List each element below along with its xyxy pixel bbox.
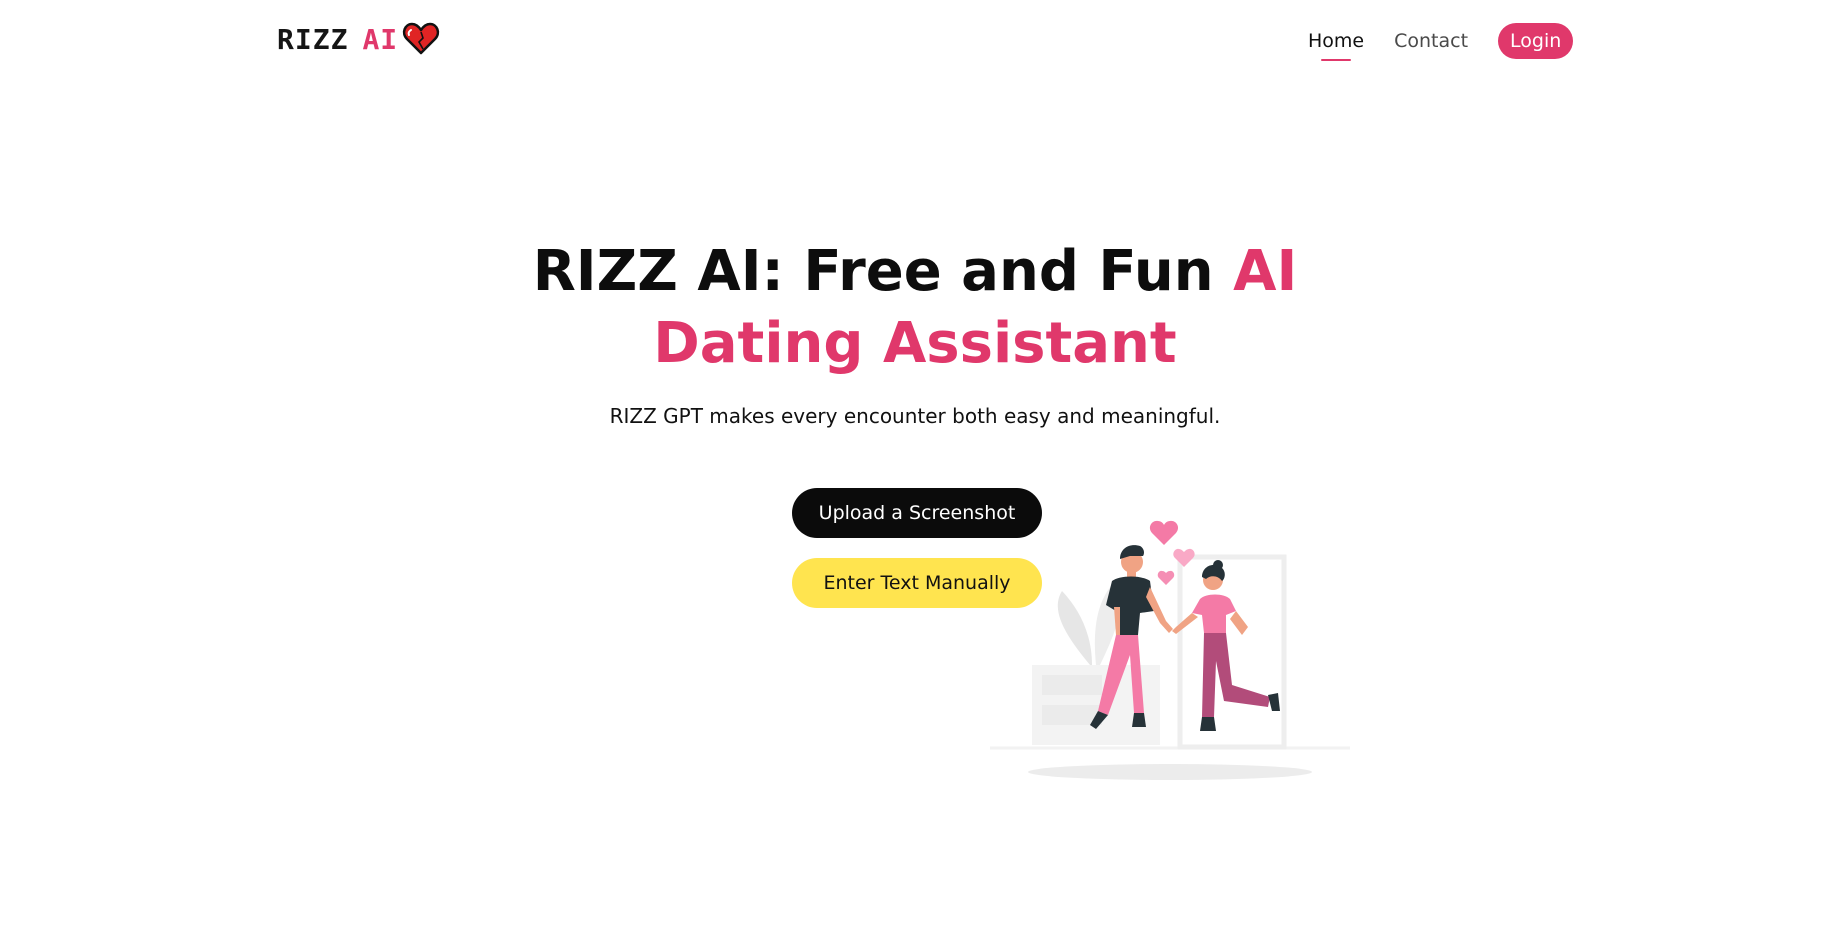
logo-text: RIZZ	[277, 22, 349, 56]
logo[interactable]: RIZZ AI	[277, 22, 440, 56]
hero-title: RIZZ AI: Free and Fun AI Dating Assistan…	[0, 236, 1830, 380]
logo-accent-text: AI	[362, 22, 399, 56]
couple-illustration	[990, 520, 1350, 780]
nav-contact-link[interactable]: Contact	[1394, 30, 1468, 52]
hero-title-accent: AI	[1233, 239, 1298, 304]
hero-subtitle: RIZZ GPT makes every encounter both easy…	[609, 404, 1221, 428]
login-button[interactable]: Login	[1498, 23, 1574, 59]
hero-title-line1: RIZZ AI: Free and Fun	[532, 239, 1214, 304]
main-nav: Home Contact Login	[1308, 23, 1574, 59]
hero-title-line2: Dating Assistant	[653, 311, 1177, 376]
landing-page: RIZZ AI Home Contact Login RIZZ AI: Free…	[0, 0, 1830, 930]
nav-home-link[interactable]: Home	[1308, 30, 1364, 52]
heart-icon	[403, 22, 440, 55]
